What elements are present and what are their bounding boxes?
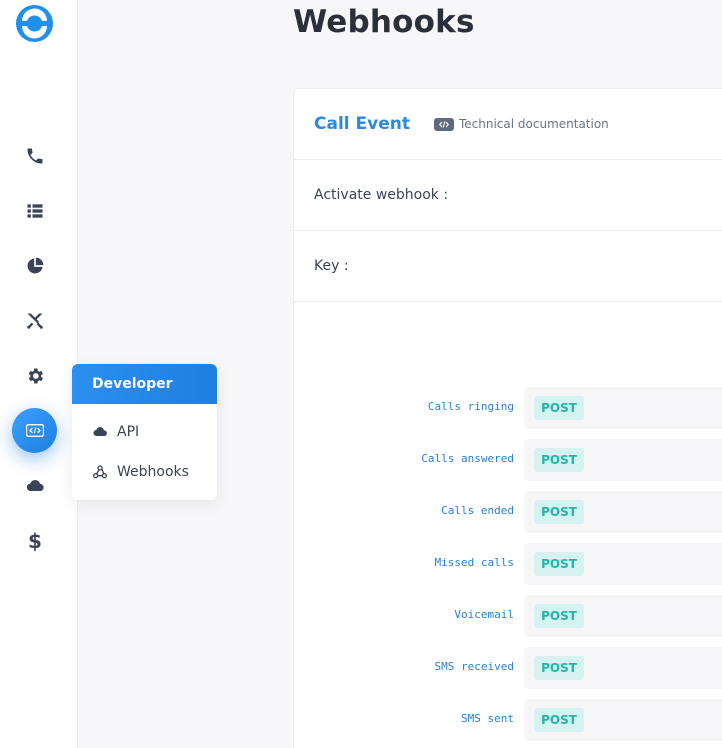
activate-webhook-row: Activate webhook : [294,160,722,231]
menu-item-webhooks-label: Webhooks [117,464,189,480]
list-icon[interactable] [23,199,47,223]
page-title: Webhooks [293,4,475,40]
swords-icon[interactable] [23,309,47,333]
event-url-field[interactable]: POST [524,543,722,585]
dollar-icon[interactable]: $ [23,527,47,555]
code-icon [433,117,454,131]
technical-documentation-link[interactable]: Technical documentation [433,117,609,131]
card-header: Call Event Technical documentation [294,89,722,160]
menu-item-webhooks[interactable]: Webhooks [72,452,217,492]
event-label: SMS sent [461,712,514,725]
event-url-field[interactable]: POST [524,439,722,481]
pie-chart-icon[interactable] [23,254,47,278]
gear-icon[interactable] [23,364,47,388]
key-label: Key : [314,258,349,274]
cloud-icon[interactable] [23,474,47,498]
event-label: Voicemail [454,608,514,621]
event-url-field[interactable]: POST [524,595,722,637]
app-logo-icon[interactable] [16,5,53,42]
key-row: Key : [294,231,722,302]
code-icon [25,424,44,437]
event-label: Calls ended [441,504,514,517]
method-badge: POST [534,396,584,420]
event-row: Missed calls POST [294,543,722,585]
cloud-icon [93,427,107,437]
method-badge: POST [534,656,584,680]
sidebar: $ [0,0,78,748]
event-url-field[interactable]: POST [524,647,722,689]
menu-item-api[interactable]: API [72,412,217,452]
developer-nav-button[interactable] [12,408,57,453]
method-badge: POST [534,708,584,732]
event-url-field[interactable]: POST [524,699,722,741]
phone-icon[interactable] [23,144,47,168]
event-row: SMS received POST [294,647,722,689]
event-url-field[interactable]: POST [524,387,722,429]
menu-item-api-label: API [117,424,140,440]
event-label: Calls ringing [427,400,514,413]
event-row: Voicemail POST [294,595,722,637]
event-row: Calls ringing POST [294,387,722,429]
card-title: Call Event [314,114,410,134]
call-event-card: Call Event Technical documentation Activ… [293,88,722,748]
method-badge: POST [534,500,584,524]
developer-menu-header: Developer [72,364,217,404]
method-badge: POST [534,604,584,628]
event-label: Calls answered [421,452,514,465]
method-badge: POST [534,552,584,576]
event-url-field[interactable]: POST [524,491,722,533]
activate-webhook-label: Activate webhook : [314,187,449,203]
event-row: SMS sent POST [294,699,722,741]
technical-documentation-label: Technical documentation [458,117,609,131]
webhook-icon [93,465,107,479]
method-badge: POST [534,448,584,472]
event-row: Calls answered POST [294,439,722,481]
event-label: Missed calls [434,556,514,569]
event-row: Calls ended POST [294,491,722,533]
developer-menu: Developer API Webhooks [72,364,217,500]
event-label: SMS received [434,660,514,673]
